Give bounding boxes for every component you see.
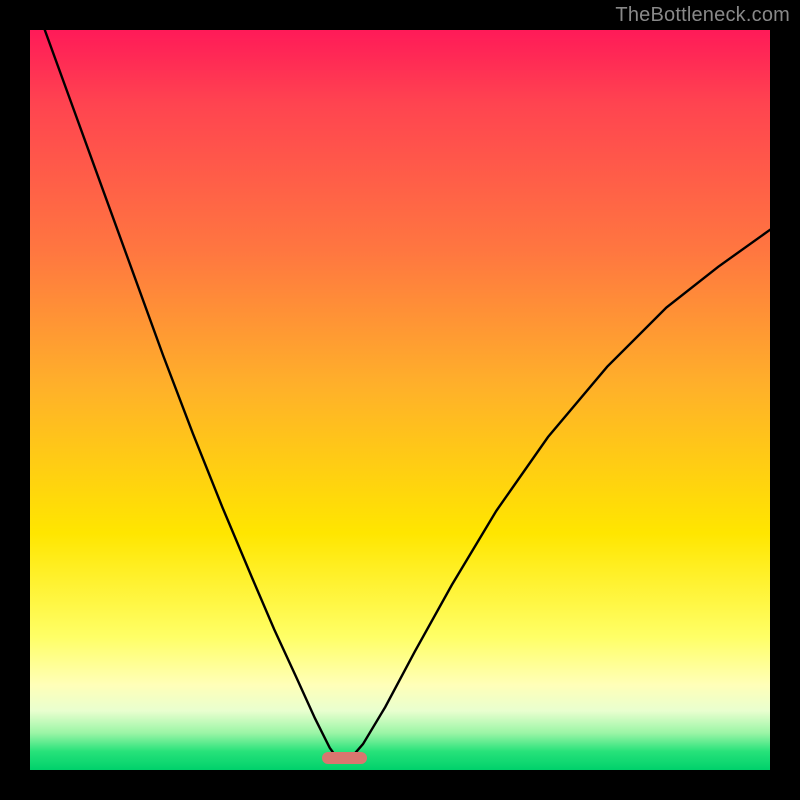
curve-left-branch (45, 30, 340, 761)
watermark-text: TheBottleneck.com (615, 4, 790, 27)
curve-right-branch (348, 230, 770, 761)
min-marker (322, 752, 366, 764)
curve-layer (30, 30, 770, 770)
chart-frame: TheBottleneck.com (0, 0, 800, 800)
plot-area (30, 30, 770, 770)
